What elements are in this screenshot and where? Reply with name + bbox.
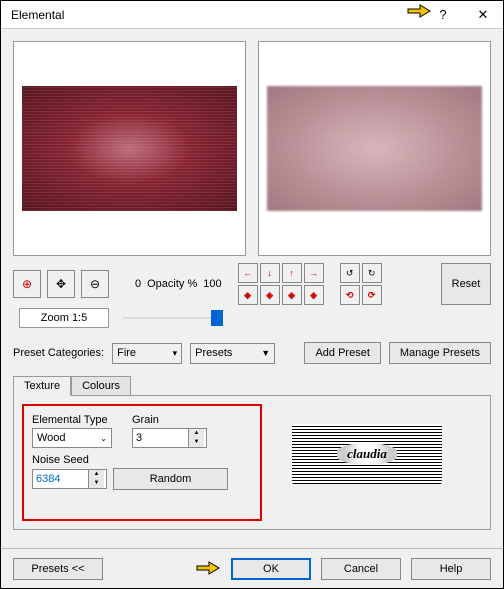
spin-down-icon[interactable]: ▼ bbox=[89, 479, 104, 488]
rotate-cw-icon: ↻ bbox=[368, 268, 376, 279]
preview-result-image bbox=[267, 86, 483, 211]
preview-original-image bbox=[22, 86, 238, 211]
close-button[interactable]: ✕ bbox=[463, 1, 503, 29]
opacity-slider[interactable] bbox=[123, 310, 223, 326]
chevron-down-icon: ⌄ bbox=[100, 434, 107, 443]
pan-button[interactable]: ✥ bbox=[47, 270, 75, 298]
diamond-icon: ◈ bbox=[244, 290, 251, 301]
triangle-down-icon: ▼ bbox=[261, 348, 270, 358]
nudge-alt4-button[interactable]: ◈ bbox=[304, 285, 324, 305]
arrow-left-icon: ← bbox=[243, 268, 252, 278]
presets-combo-label: Presets bbox=[195, 347, 232, 359]
arrow-up-icon: ↑ bbox=[289, 268, 294, 278]
flip-h-icon: ⟲ bbox=[346, 290, 354, 301]
rotate-ccw-button[interactable]: ↺ bbox=[340, 263, 360, 283]
preset-category-combo[interactable]: Fire ▾ bbox=[112, 343, 182, 364]
flip-h-button[interactable]: ⟲ bbox=[340, 285, 360, 305]
rotate-grid: ↺ ↻ ⟲ ⟳ bbox=[340, 263, 382, 305]
spin-up-icon[interactable]: ▲ bbox=[89, 470, 104, 479]
opacity-value: 100 bbox=[203, 278, 221, 290]
brand-logo-text: claudia bbox=[337, 443, 397, 465]
random-button[interactable]: Random bbox=[113, 468, 228, 490]
flip-v-icon: ⟳ bbox=[368, 290, 376, 301]
dialog-footer: Presets << OK Cancel Help bbox=[1, 548, 503, 588]
zoom-out-button[interactable]: ⊖ bbox=[81, 270, 109, 298]
opacity-label: Opacity % bbox=[147, 278, 197, 290]
reset-button[interactable]: Reset bbox=[441, 263, 491, 305]
noise-seed-input[interactable] bbox=[33, 473, 88, 485]
help-button[interactable]: Help bbox=[411, 558, 491, 580]
preview-result bbox=[258, 41, 491, 256]
elemental-dialog: Elemental ? ✕ ⊕ ✥ ⊖ 0 Opacity % 100 ← ↓ bbox=[0, 0, 504, 589]
chevron-down-icon: ▾ bbox=[173, 348, 178, 359]
diamond-icon: ◈ bbox=[266, 290, 273, 301]
nudge-grid: ← ↓ ↑ → ◈ ◈ ◈ ◈ bbox=[238, 263, 324, 305]
nudge-alt2-button[interactable]: ◈ bbox=[260, 285, 280, 305]
nudge-left-button[interactable]: ← bbox=[238, 263, 258, 283]
window-title: Elemental bbox=[11, 8, 423, 22]
nudge-right-button[interactable]: → bbox=[304, 263, 324, 283]
zoom-in-button[interactable]: ⊕ bbox=[13, 270, 41, 298]
preview-original bbox=[13, 41, 246, 256]
zoom-out-icon: ⊖ bbox=[90, 277, 100, 291]
move-icon: ✥ bbox=[56, 277, 66, 291]
slider-thumb[interactable] bbox=[211, 310, 223, 326]
noise-seed-spinner[interactable]: ▲▼ bbox=[32, 469, 107, 489]
preset-categories-label: Preset Categories: bbox=[13, 347, 104, 359]
rotate-ccw-icon: ↺ bbox=[346, 268, 354, 279]
diamond-icon: ◈ bbox=[288, 290, 295, 301]
nudge-down-button[interactable]: ↓ bbox=[260, 263, 280, 283]
add-preset-button[interactable]: Add Preset bbox=[304, 342, 380, 364]
zoom-in-icon: ⊕ bbox=[22, 277, 32, 291]
flip-v-button[interactable]: ⟳ bbox=[362, 285, 382, 305]
opacity-min: 0 bbox=[135, 278, 141, 290]
arrow-down-icon: ↓ bbox=[267, 268, 272, 278]
nudge-alt1-button[interactable]: ◈ bbox=[238, 285, 258, 305]
nudge-up-button[interactable]: ↑ bbox=[282, 263, 302, 283]
noise-seed-label: Noise Seed bbox=[32, 454, 252, 466]
grain-label: Grain bbox=[132, 414, 207, 426]
tab-texture[interactable]: Texture bbox=[13, 376, 71, 396]
presets-combo[interactable]: Presets ▼ bbox=[190, 343, 275, 364]
rotate-cw-button[interactable]: ↻ bbox=[362, 263, 382, 283]
pointer-cursor-ok bbox=[195, 556, 221, 581]
spin-up-icon[interactable]: ▲ bbox=[189, 429, 204, 438]
elemental-type-label: Elemental Type bbox=[32, 414, 112, 426]
manage-presets-button[interactable]: Manage Presets bbox=[389, 342, 491, 364]
brand-logo: claudia bbox=[292, 424, 442, 484]
presets-footer-button[interactable]: Presets << bbox=[13, 558, 103, 580]
grain-spinner[interactable]: ▲▼ bbox=[132, 428, 207, 448]
tab-colours[interactable]: Colours bbox=[71, 376, 131, 396]
nudge-alt3-button[interactable]: ◈ bbox=[282, 285, 302, 305]
elemental-type-dropdown[interactable]: Wood ⌄ bbox=[32, 428, 112, 448]
diamond-icon: ◈ bbox=[310, 290, 317, 301]
zoom-display[interactable]: Zoom 1:5 bbox=[19, 308, 109, 328]
grain-input[interactable] bbox=[133, 432, 188, 444]
ok-button[interactable]: OK bbox=[231, 558, 311, 580]
pointer-cursor-reset bbox=[406, 0, 432, 24]
cancel-button[interactable]: Cancel bbox=[321, 558, 401, 580]
elemental-type-value: Wood bbox=[37, 432, 66, 444]
preset-category-value: Fire bbox=[117, 347, 136, 359]
spin-down-icon[interactable]: ▼ bbox=[189, 438, 204, 447]
texture-panel: Elemental Type Wood ⌄ Grain ▲▼ bbox=[13, 395, 491, 530]
highlight-box: Elemental Type Wood ⌄ Grain ▲▼ bbox=[22, 404, 262, 521]
arrow-right-icon: → bbox=[309, 268, 318, 278]
